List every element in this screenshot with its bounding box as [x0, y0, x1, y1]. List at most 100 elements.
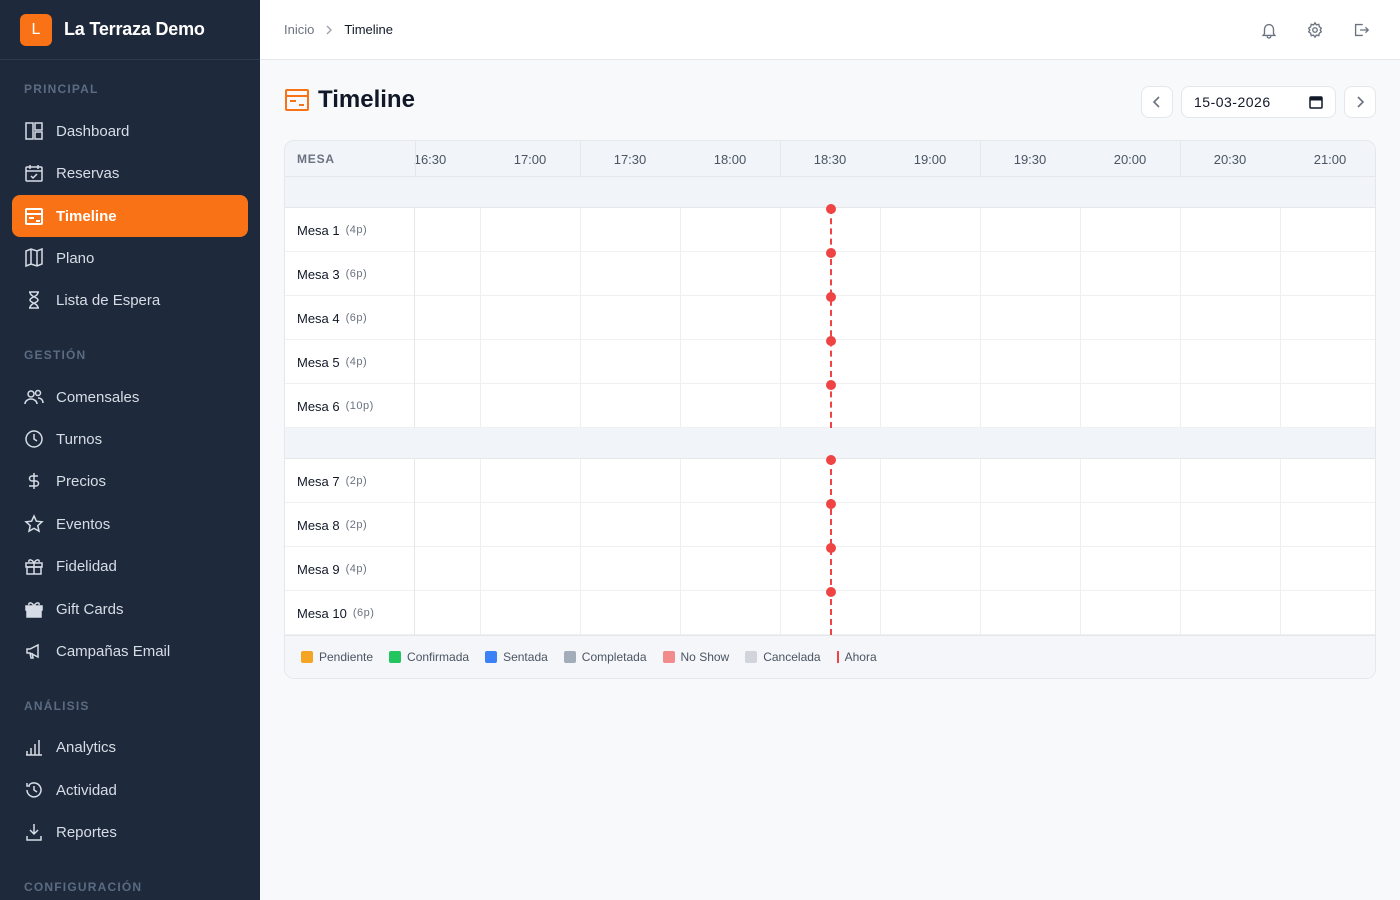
time-label: 20:00	[1113, 152, 1147, 167]
download-icon	[24, 822, 44, 842]
legend-item: No Show	[662, 650, 730, 664]
mesa-column-header: MESA	[297, 152, 335, 166]
table-capacity: (6p)	[352, 607, 375, 619]
sidebar-item-label: Turnos	[56, 430, 103, 448]
header-divider	[980, 141, 981, 177]
legend-item: Completada	[563, 650, 647, 664]
time-label: 19:30	[1013, 152, 1047, 167]
time-label: 20:30	[1213, 152, 1247, 167]
sidebar-item-fidelidad[interactable]: Fidelidad	[12, 545, 248, 587]
sidebar-item-reservas[interactable]: Reservas	[12, 152, 248, 194]
table-label: Mesa 4 (6p)	[285, 296, 415, 340]
legend-swatch	[563, 651, 576, 663]
sidebar-item-label: Reservas	[56, 164, 120, 182]
table-label: Mesa 6 (10p)	[285, 384, 415, 428]
legend-item: Cancelada	[745, 650, 821, 664]
date-input[interactable]: 15-03-2026	[1181, 86, 1336, 118]
previous-day-button[interactable]	[1141, 86, 1173, 118]
clock-icon	[24, 429, 44, 449]
topbar-actions	[1260, 0, 1370, 60]
legend-label: Ahora	[844, 650, 877, 664]
bar-chart-icon	[24, 737, 44, 757]
sidebar-item-timeline[interactable]: Timeline	[12, 195, 248, 237]
table-name: Mesa 10	[297, 605, 347, 621]
sidebar-item-dashboard[interactable]: Dashboard	[12, 110, 248, 152]
timeline-header: MESA 16:30 17:00 17:30 18:00 18:30 19:00 19:30…	[285, 141, 1375, 177]
table-capacity: (4p)	[345, 224, 368, 236]
table-capacity: (4p)	[345, 563, 368, 575]
sidebar-item-comensales[interactable]: Comensales	[12, 376, 248, 418]
table-capacity: (10p)	[345, 400, 374, 412]
chevron-right-icon	[1357, 96, 1365, 108]
calendar-icon[interactable]	[1309, 95, 1323, 109]
legend-swatch	[745, 651, 758, 663]
hourglass-icon	[24, 290, 44, 310]
date-navigation: 15-03-2026	[1141, 86, 1376, 118]
sidebar-item-label: Eventos	[56, 515, 111, 533]
legend: Pendiente Confirmada Sentada Completada No S…	[285, 635, 1375, 678]
sidebar-item-plano[interactable]: Plano	[12, 237, 248, 279]
sidebar-item-label: Actividad	[56, 781, 117, 799]
header-divider	[415, 141, 416, 177]
calendar-check-icon	[24, 163, 44, 183]
now-marker-dot	[826, 499, 836, 509]
sidebar-item-analytics[interactable]: Analytics	[12, 726, 248, 768]
now-line	[830, 208, 832, 428]
header-divider	[780, 141, 781, 177]
brand[interactable]: L La Terraza Demo	[0, 0, 260, 60]
sidebar-item-reportes[interactable]: Reportes	[12, 811, 248, 853]
breadcrumb-home[interactable]: Inicio	[284, 22, 314, 37]
time-label: 21:00	[1313, 152, 1347, 167]
sidebar-item-label: Plano	[56, 249, 95, 267]
gear-icon[interactable]	[1306, 21, 1324, 39]
sidebar-item-label: Gift Cards	[56, 600, 124, 618]
sidebar-item-precios[interactable]: Precios	[12, 460, 248, 502]
brand-name: La Terraza Demo	[64, 19, 205, 39]
sidebar-item-eventos[interactable]: Eventos	[12, 503, 248, 545]
legend-label: No Show	[680, 650, 730, 664]
logout-icon[interactable]	[1352, 21, 1370, 39]
page-header: Timeline	[284, 86, 415, 114]
legend-swatch	[485, 651, 498, 663]
sidebar-item-label: Timeline	[56, 207, 117, 225]
legend-item: Confirmada	[389, 650, 469, 664]
sidebar-item-gift-cards[interactable]: Gift Cards	[12, 588, 248, 630]
legend-item: Ahora	[836, 650, 877, 664]
sidebar-item-campanas-email[interactable]: Campañas Email	[12, 630, 248, 672]
time-label: 19:00	[913, 152, 947, 167]
next-day-button[interactable]	[1344, 86, 1376, 118]
megaphone-icon	[24, 641, 44, 661]
table-capacity: (4p)	[345, 356, 368, 368]
legend-item: Sentada	[485, 650, 548, 664]
legend-swatch	[389, 651, 402, 663]
sidebar-item-turnos[interactable]: Turnos	[12, 418, 248, 460]
chevron-left-icon	[1152, 96, 1160, 108]
legend-label: Pendiente	[319, 650, 374, 664]
table-name: Mesa 5	[297, 354, 340, 370]
timeline-icon	[284, 87, 310, 113]
legend-label: Sentada	[503, 650, 548, 664]
table-name: Mesa 8	[297, 517, 340, 533]
table-label: Mesa 10 (6p)	[285, 591, 415, 635]
legend-swatch	[301, 651, 313, 663]
sidebar-item-label: Campañas Email	[56, 642, 171, 660]
gift-card-icon	[24, 599, 44, 619]
activity-clock-icon	[24, 780, 44, 800]
breadcrumb-current: Timeline	[344, 22, 394, 37]
now-marker-dot	[826, 455, 836, 465]
sidebar-item-lista-espera[interactable]: Lista de Espera	[12, 279, 248, 321]
table-label: Mesa 9 (4p)	[285, 547, 415, 591]
dollar-icon	[24, 471, 44, 491]
table-name: Mesa 9	[297, 561, 340, 577]
chevron-right-icon	[324, 25, 334, 35]
legend-swatch	[836, 651, 839, 663]
sidebar-item-label: Dashboard	[56, 122, 130, 140]
sidebar-item-label: Lista de Espera	[56, 291, 161, 309]
bell-icon[interactable]	[1260, 21, 1278, 39]
sidebar-item-actividad[interactable]: Actividad	[12, 769, 248, 811]
table-label: Mesa 3 (6p)	[285, 252, 415, 296]
table-name: Mesa 4	[297, 310, 340, 326]
table-name: Mesa 1	[297, 222, 340, 238]
table-capacity: (6p)	[345, 312, 368, 324]
brand-logo: L	[20, 13, 52, 46]
